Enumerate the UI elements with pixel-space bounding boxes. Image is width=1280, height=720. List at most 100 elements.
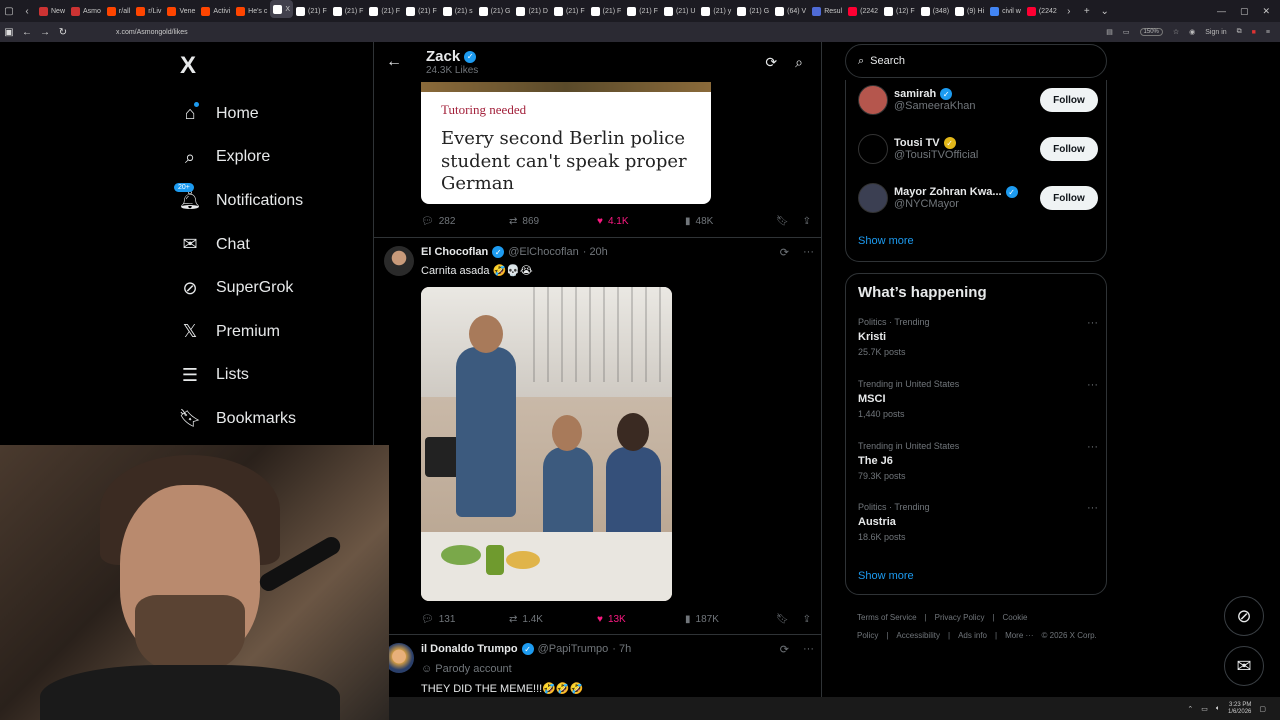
browser-tab[interactable]: Resul (809, 0, 845, 22)
tweet-time[interactable]: · 7h (612, 643, 631, 655)
footer-link[interactable]: More ··· (1005, 631, 1033, 640)
more-icon[interactable]: ··· (1087, 502, 1098, 514)
tab-list-icon[interactable]: ▢ (0, 6, 18, 17)
browser-tab[interactable]: (21) F (551, 0, 588, 22)
nav-item-explore[interactable]: ⌕ Explore (170, 136, 370, 180)
browser-tab[interactable]: (12) F (881, 0, 918, 22)
close-window-icon[interactable]: ✕ (1262, 6, 1270, 17)
avatar[interactable] (384, 246, 414, 276)
browser-tab[interactable]: (21) F (366, 0, 403, 22)
browser-tab[interactable]: (21) F (403, 0, 440, 22)
follow-suggestion[interactable]: Mayor Zohran Kwa... ✓ @NYCMayor Follow (858, 178, 1098, 218)
footer-link[interactable]: Terms of Service (857, 613, 917, 622)
nav-item-chat[interactable]: ✉ Chat (170, 223, 370, 267)
bookmark-icon[interactable]: 🔖︎ (776, 216, 789, 227)
browser-tab[interactable]: (21) U (661, 0, 698, 22)
bookmark-star-icon[interactable]: ☆ (1173, 28, 1179, 36)
avatar[interactable] (858, 134, 888, 164)
avatar[interactable] (858, 183, 888, 213)
browser-tab[interactable]: Asmo (68, 0, 104, 22)
bookmark-icon[interactable]: 🔖︎ (776, 614, 789, 625)
forward-icon[interactable]: → (36, 27, 54, 38)
share-icon[interactable]: ⇪ (803, 614, 811, 625)
pip-icon[interactable]: ▭ (1123, 28, 1130, 36)
browser-tab[interactable]: (348) (918, 0, 952, 22)
clock[interactable]: 3:23 PM 1/6/2026 (1228, 702, 1251, 716)
browser-tab[interactable]: r/all (104, 0, 133, 22)
search-icon[interactable]: ⌕ (795, 54, 803, 71)
avatar[interactable] (858, 85, 888, 115)
account-icon[interactable]: ◉ (1189, 28, 1195, 36)
extensions-icon[interactable]: ⧉ (1237, 28, 1242, 36)
tab-scroll-right-icon[interactable]: › (1060, 6, 1078, 17)
browser-tab[interactable]: (21) F (293, 0, 330, 22)
reader-icon[interactable]: ▤ (1106, 28, 1113, 36)
tweet-photo[interactable] (421, 287, 672, 601)
reply-button[interactable]: 💬︎ 282 (421, 216, 509, 227)
footer-link[interactable]: Accessibility (896, 631, 940, 640)
browser-tab[interactable]: r/Liv (133, 0, 164, 22)
retweet-button[interactable]: ⇄ 1.4K (509, 614, 597, 625)
author-handle[interactable]: @PapiTrumpo (538, 643, 609, 655)
browser-tab[interactable]: (21) y (698, 0, 734, 22)
follow-button[interactable]: Follow (1040, 88, 1098, 112)
zoom-level[interactable]: 150% (1139, 28, 1163, 36)
browser-tab[interactable]: (21) F (330, 0, 367, 22)
grok-icon[interactable]: ⟳ (780, 246, 789, 259)
grok-icon[interactable]: ⟳ (780, 643, 789, 656)
tab-overflow-icon[interactable]: ⌄ (1096, 6, 1114, 17)
more-icon[interactable]: ··· (1087, 379, 1098, 391)
grok-icon[interactable]: ⟳ (765, 54, 777, 71)
follow-suggestion[interactable]: Tousi TV ✓ @TousiTVOfficial Follow (858, 129, 1098, 169)
follow-suggestion[interactable]: samirah ✓ @SameeraKhan Follow (858, 80, 1098, 120)
nav-item-premium[interactable]: 𝕏 Premium (170, 310, 370, 354)
extension-red-icon[interactable]: ■ (1252, 29, 1256, 36)
like-button[interactable]: ♥ 13K (597, 614, 685, 625)
sidebar-toggle-icon[interactable]: ▣ (0, 27, 18, 38)
x-logo[interactable]: X (180, 52, 370, 80)
browser-tab[interactable]: (21) G (734, 0, 772, 22)
grok-fab[interactable]: ⊘ (1224, 596, 1264, 636)
back-arrow-icon[interactable]: ← (374, 53, 414, 71)
footer-link[interactable]: Ads info (958, 631, 987, 640)
browser-tab[interactable]: New (36, 0, 68, 22)
nav-item-home[interactable]: ⌂ Home (170, 92, 370, 136)
more-icon[interactable]: ··· (803, 643, 814, 656)
footer-link[interactable]: Privacy Policy (935, 613, 985, 622)
trend-item[interactable]: Politics · Trending Austria 18.6K posts ··· (858, 502, 1098, 542)
browser-tab[interactable]: (21) s (440, 0, 476, 22)
browser-tab[interactable]: Activi (198, 0, 233, 22)
author-handle[interactable]: @ElChocoflan (508, 246, 578, 258)
browser-tab[interactable]: (2242 (845, 0, 881, 22)
views-button[interactable]: ▮ 187K (685, 614, 755, 625)
notification-icon[interactable]: ▢ (1259, 705, 1266, 713)
browser-tab[interactable]: (21) D (513, 0, 550, 22)
suggestion-name[interactable]: samirah (894, 88, 936, 100)
follow-button[interactable]: Follow (1040, 186, 1098, 210)
search-input[interactable]: ⌕ Search (845, 44, 1107, 78)
nav-item-bookmarks[interactable]: 🔖︎ Bookmarks (170, 397, 370, 441)
network-icon[interactable]: ▭ (1201, 705, 1208, 713)
nav-item-notifications[interactable]: 🔔︎ Notifications 20+ (170, 179, 370, 223)
article-card[interactable]: Tutoring needed Every second Berlin poli… (421, 82, 711, 204)
follow-button[interactable]: Follow (1040, 137, 1098, 161)
minimize-icon[interactable]: — (1217, 6, 1226, 17)
tab-scroll-left-icon[interactable]: ‹ (18, 6, 36, 17)
suggestion-name[interactable]: Mayor Zohran Kwa... (894, 186, 1002, 198)
browser-tab[interactable]: (2242 (1024, 0, 1060, 22)
trend-item[interactable]: Trending in United States MSCI 1,440 posts… (858, 379, 1098, 419)
new-tab-icon[interactable]: + (1078, 6, 1096, 17)
reply-button[interactable]: 💬︎ 131 (421, 614, 509, 625)
browser-tab[interactable]: X (270, 0, 294, 18)
tray-expand-icon[interactable]: ⌃ (1187, 705, 1193, 713)
messages-fab[interactable]: ✉ (1224, 646, 1264, 686)
address-field[interactable]: x.com/Asmongold/likes (116, 29, 188, 36)
nav-item-supergrok[interactable]: ⊘ SuperGrok (170, 266, 370, 310)
author-name[interactable]: il Donaldo Trumpo (421, 643, 518, 655)
show-more-link[interactable]: Show more (858, 235, 914, 247)
more-icon[interactable]: ··· (1087, 317, 1098, 329)
retweet-button[interactable]: ⇄ 869 (509, 216, 597, 227)
nav-item-lists[interactable]: ☰ Lists (170, 354, 370, 398)
tweet-time[interactable]: · 20h (583, 246, 608, 258)
trend-item[interactable]: Politics · Trending Kristi 25.7K posts ··· (858, 317, 1098, 357)
